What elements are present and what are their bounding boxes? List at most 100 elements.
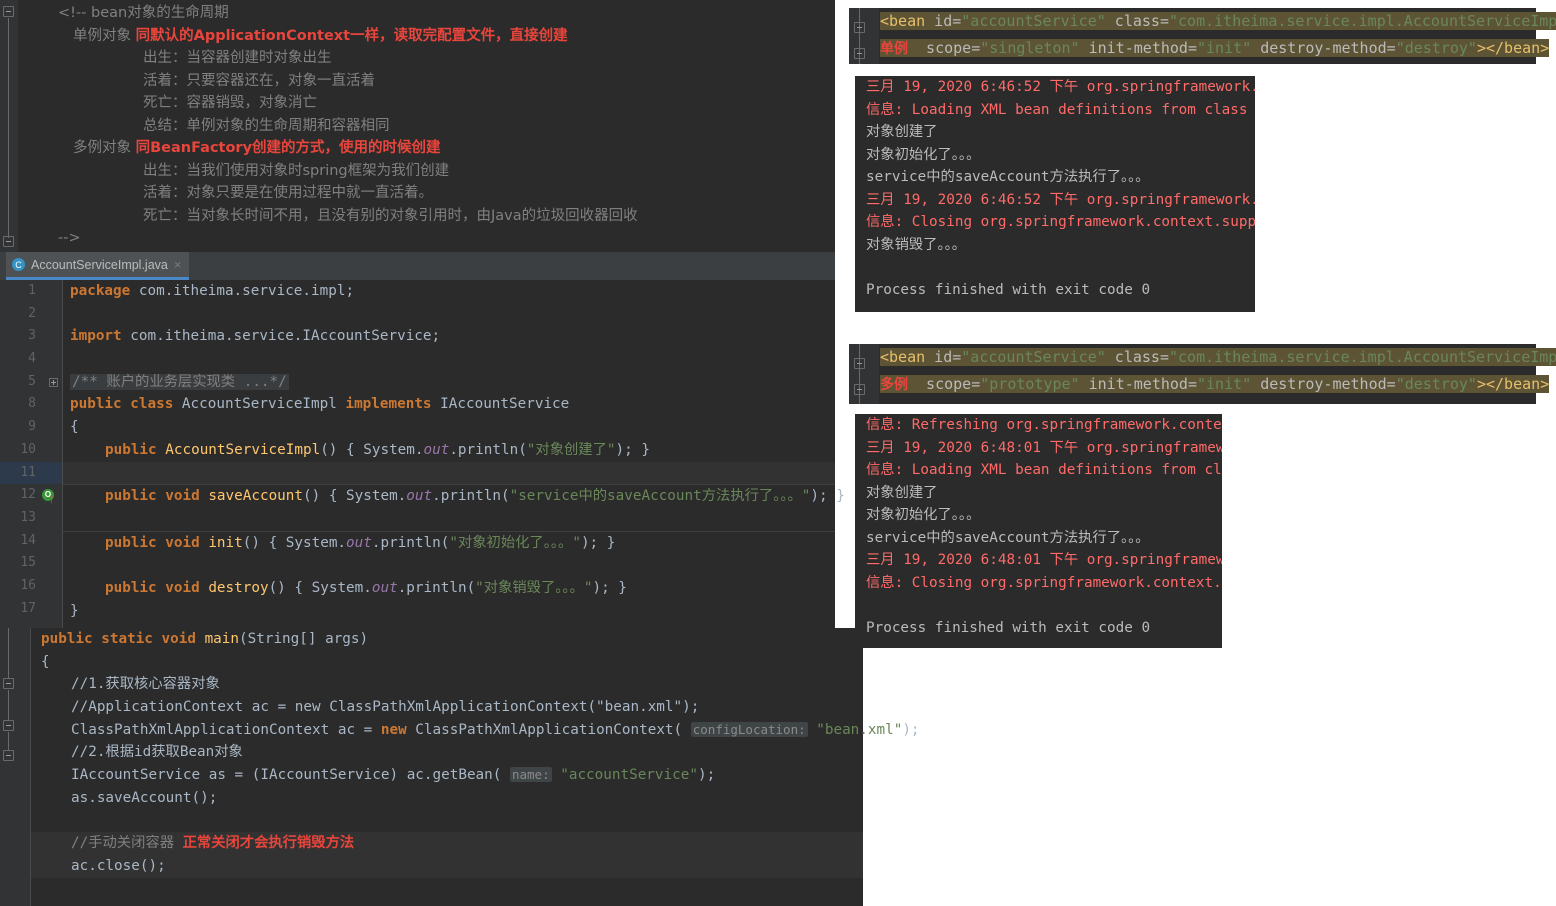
code-line-package: package com.itheima.service.impl; <box>63 280 835 303</box>
line-number: 16 <box>20 577 36 593</box>
interface-name: IAccountService <box>431 396 570 413</box>
fold-marker-icon[interactable] <box>3 6 14 17</box>
xml-comment-gutter <box>0 0 18 252</box>
code-text: .println( <box>397 579 476 596</box>
code-comment-commented-context: //ApplicationContext ac = new ClassPathX… <box>71 699 700 716</box>
method-name-main: main <box>204 631 240 647</box>
xml-attr-scope: scope= <box>908 39 981 57</box>
fold-marker-icon[interactable] <box>854 48 865 59</box>
console-line: 信息: Refreshing org.springframework.conte… <box>866 417 1222 433</box>
main-method-editor[interactable]: public static void main(String[] args) {… <box>0 628 920 906</box>
xml-value-destroy-method: "destroy" <box>1395 39 1477 57</box>
xml-prototype-gutter <box>849 344 879 404</box>
fold-marker-icon[interactable] <box>3 236 14 247</box>
method-name-init: init <box>208 534 243 551</box>
param-hint-name: name: <box>509 767 552 783</box>
code-line-folded-javadoc[interactable]: /** 账户的业务层实现类 ...*/ <box>63 371 835 394</box>
java-code-editor[interactable]: 1 2 3 4 5 8 9 10 11 12 O ↑ 13 14 15 16 17… <box>0 280 845 628</box>
xml-bean-prototype-panel[interactable]: <bean id="accountService" class="com.ith… <box>849 344 1556 404</box>
console-output-singleton[interactable]: 三月 19, 2020 6:46:52 下午 org.springframewo… <box>855 76 1255 312</box>
console-line: 信息: Closing org.springframework.context.… <box>866 214 1255 230</box>
code-text: () { System. <box>320 441 424 458</box>
string-literal: "对象创建了" <box>526 441 616 458</box>
xml-bean-singleton-panel[interactable]: <bean id="accountService" class="com.ith… <box>849 8 1556 64</box>
comment-text: 出生：当容器创建时对象出生 <box>143 50 332 66</box>
tab-accountserviceimpl[interactable]: C AccountServiceImpl.java × <box>6 252 190 280</box>
java-class-icon: C <box>12 258 25 271</box>
line-number-text: 12 <box>20 487 36 503</box>
xml-attr-id: id= <box>925 12 962 30</box>
keyword-import: import <box>70 328 122 345</box>
xml-value-class: "com.itheima.service.impl.AccountService… <box>1169 12 1556 30</box>
console-line: 对象销毁了。。。 <box>866 236 967 253</box>
main-method-lines[interactable]: public static void main(String[] args) {… <box>31 628 920 906</box>
console-line: 信息: Loading XML bean definitions from cl… <box>866 101 1255 118</box>
comment-line: 死亡：容器销毁，对象消亡 <box>18 92 835 115</box>
xml-comment-code[interactable]: <!-- bean对象的生命周期 单例对象 同默认的ApplicationCon… <box>18 0 835 252</box>
method-args: (String[] args) <box>239 631 369 647</box>
override-method-icon[interactable]: O ↑ <box>42 489 55 505</box>
fold-marker-icon[interactable] <box>854 384 865 395</box>
console-line: service中的saveAccount方法执行了。。。 <box>866 169 1150 185</box>
code-line-import: import com.itheima.service.IAccountServi… <box>63 325 835 348</box>
close-icon[interactable]: × <box>174 257 182 272</box>
xml-comment-panel: <!-- bean对象的生命周期 单例对象 同默认的ApplicationCon… <box>0 0 835 252</box>
console-line: 对象初始化了。。。 <box>866 146 981 163</box>
xml-value-id: "accountService" <box>961 348 1106 366</box>
xml-attr-init-method: init-method= <box>1079 375 1197 393</box>
implements-arrow-icon: ↑ <box>48 491 56 507</box>
line-number-gutter: 1 2 3 4 5 8 9 10 11 12 O ↑ 13 14 15 16 17 <box>0 280 63 628</box>
keyword-public: public <box>105 534 157 551</box>
console-line: service中的saveAccount方法执行了。。。 <box>866 529 1150 546</box>
keyword-public: public <box>105 579 157 596</box>
folded-comment-text[interactable]: /** 账户的业务层实现类 ...*/ <box>70 373 289 390</box>
string-literal: "service中的saveAccount方法执行了。。。" <box>509 488 811 505</box>
fold-range-line <box>8 732 9 750</box>
comment-text: 活着：只要容器还在，对象一直活着 <box>143 72 375 89</box>
fold-marker-icon[interactable] <box>854 358 865 369</box>
line-number: 11 <box>0 461 62 485</box>
selected-xml-text: <bean id="accountService" class="com.ith… <box>880 12 1556 30</box>
xml-value-scope: "prototype" <box>980 375 1080 393</box>
fold-expand-icon[interactable] <box>49 377 58 387</box>
console-line: 信息: Loading XML bean definitions from cl… <box>866 462 1222 478</box>
code-text: ClassPathXmlApplicationContext( <box>406 721 691 738</box>
java-code-lines[interactable]: package com.itheima.service.impl; import… <box>63 280 845 628</box>
xml-value-scope: "singleton" <box>980 39 1080 57</box>
console-line: 三月 19, 2020 6:46:52 下午 org.springframewo… <box>866 191 1255 208</box>
line-number: 10 <box>20 441 36 457</box>
line-number: 14 <box>20 532 36 548</box>
code-line-close-call: ac.close(); <box>31 854 863 878</box>
keyword-static: static <box>101 631 153 647</box>
console-output-prototype[interactable]: 信息: Refreshing org.springframework.conte… <box>855 414 1222 648</box>
line-number: 17 <box>20 600 36 616</box>
keyword-package: package <box>70 283 131 299</box>
code-line-saveaccount-call: as.saveAccount(); <box>71 789 218 806</box>
xml-value-id: "accountService" <box>961 12 1106 30</box>
system-out-field: out <box>346 534 372 551</box>
comment-text: 死亡：当对象长时间不用，且没有别的对象引用时，由Java的垃圾回收器回收 <box>143 207 638 224</box>
fold-marker-icon[interactable] <box>854 22 865 33</box>
constructor-name: AccountServiceImpl <box>165 441 321 458</box>
string-literal: "对象初始化了。。。" <box>449 534 581 551</box>
code-text: ); <box>902 721 920 738</box>
console-line: 三月 19, 2020 6:48:01 下午 org.springframewo… <box>866 439 1222 456</box>
keyword-class: class <box>130 396 174 413</box>
string-literal-accountservice: "accountService" <box>560 767 698 784</box>
xml-value-init-method: "init" <box>1197 375 1252 393</box>
xml-prototype-code[interactable]: <bean id="accountService" class="com.ith… <box>880 344 1556 404</box>
xml-singleton-code[interactable]: <bean id="accountService" class="com.ith… <box>880 8 1556 64</box>
fold-marker-icon[interactable] <box>3 750 14 761</box>
scope-annotation-label: 多例 <box>880 377 908 393</box>
code-line-main-signature: public static void main(String[] args) <box>31 628 863 651</box>
fold-marker-icon[interactable] <box>3 678 14 689</box>
line-number: 5 <box>0 371 62 394</box>
fold-marker-icon[interactable] <box>3 720 14 731</box>
fold-range-line <box>8 18 9 238</box>
code-text: .println( <box>371 534 450 551</box>
string-literal: "对象销毁了。。。" <box>475 579 593 596</box>
code-comment-close-container: //手动关闭容器 正常关闭才会执行销毁方法 <box>31 832 863 855</box>
keyword-void: void <box>165 488 200 505</box>
line-number: 4 <box>28 351 36 367</box>
